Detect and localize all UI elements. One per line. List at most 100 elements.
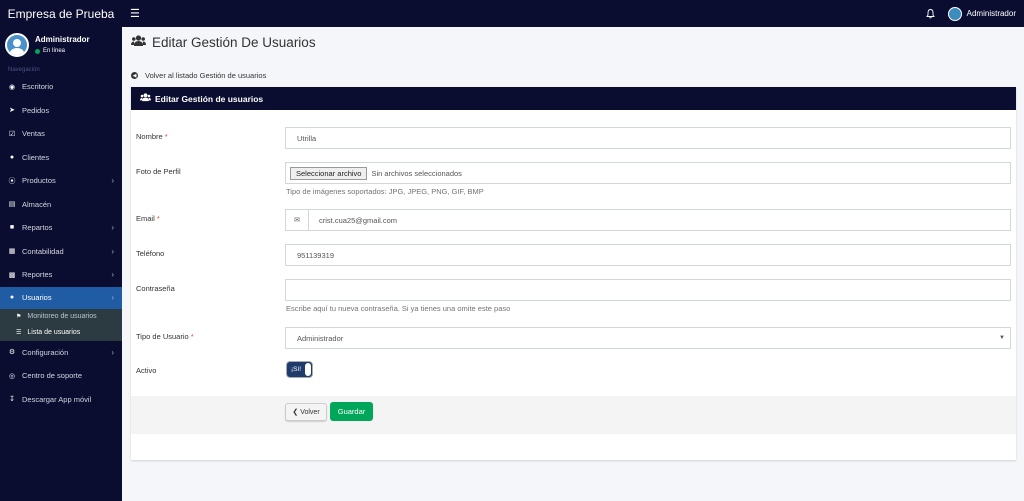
users-icon: ● (9, 153, 15, 161)
chevron-right-icon: › (111, 223, 114, 233)
sidebar-item-label: Escritorio (22, 82, 54, 92)
flag-icon: ⚑ (16, 314, 22, 320)
bell-icon[interactable] (924, 7, 938, 21)
top-navbar: Empresa de Prueba ☰ Administrador (0, 0, 1024, 27)
user-panel: Administrador En línea (0, 27, 122, 63)
sidebar-item-contabilidad[interactable]: ▦ Contabilidad › (0, 240, 122, 264)
top-user-name: Administrador (966, 9, 1016, 18)
telefono-label: Teléfono (136, 249, 165, 258)
form-footer: ❮ Volver Guardar (131, 396, 1016, 434)
calculator-icon: ▦ (8, 248, 16, 256)
back-button-label: Volver (300, 408, 320, 416)
chevron-right-icon: › (111, 347, 114, 357)
sidebar-item-pedidos[interactable]: ➤ Pedidos (0, 99, 122, 123)
users-icon (131, 35, 146, 50)
lifebuoy-icon: ◎ (8, 372, 16, 380)
online-status: En línea (35, 48, 90, 54)
back-link-label: Volver al listado Gestión de usuarios (145, 71, 267, 80)
usuarios-submenu: ⚑ Monitoreo de usuarios ☰ Lista de usuar… (0, 308, 122, 341)
password-input[interactable] (285, 279, 1011, 301)
sidebar-user-name: Administrador (35, 35, 90, 44)
nav-header: Navegación (8, 67, 40, 73)
user-avatar-icon (947, 6, 962, 21)
file-icon: ▤ (8, 201, 16, 209)
panel-header: Editar Gestión de usuarios (131, 87, 1016, 110)
sidebar-item-soporte[interactable]: ◎ Centro de soporte (0, 364, 122, 388)
activo-label: Activo (136, 366, 157, 375)
sidebar-item-label: Contabilidad (22, 246, 64, 256)
main-content: Editar Gestión De Usuarios ◀ Volver al l… (122, 27, 1024, 501)
active-toggle[interactable]: ¡Sí! (286, 361, 313, 378)
toggle-label: ¡Sí! (291, 366, 302, 373)
sidebar-item-label: Ventas (22, 129, 45, 139)
bar-chart-icon: ▩ (8, 271, 16, 279)
sidebar-item-productos[interactable]: ⦿ Productos › (0, 169, 122, 193)
online-dot-icon (35, 48, 40, 54)
nombre-input[interactable]: Utrilla (285, 127, 1011, 149)
submenu-item-monitoreo[interactable]: ⚑ Monitoreo de usuarios (0, 309, 122, 325)
sidebar-item-repartos[interactable]: ■ Repartos › (0, 216, 122, 240)
sidebar-item-label: Clientes (22, 152, 50, 162)
sidebar-item-clientes[interactable]: ● Clientes (0, 146, 122, 170)
arrow-left-circle-icon: ◀ (131, 72, 138, 79)
gears-icon: ⚙ (8, 349, 16, 357)
circle-icon: ⦿ (8, 177, 16, 185)
email-label: Email * (136, 214, 160, 223)
user-type-select[interactable]: Administrador ▼ (285, 327, 1011, 349)
sidebar-item-usuarios[interactable]: ● Usuarios › (0, 286, 122, 309)
file-input[interactable]: Seleccionar archivo Sin archivos selecci… (285, 162, 1011, 184)
file-status: Sin archivos seleccionados (371, 168, 462, 178)
user-icon: ● (9, 294, 15, 301)
checkbox-icon: ☑ (8, 130, 16, 138)
telefono-input[interactable]: 951139319 (285, 244, 1011, 266)
sidebar-item-label: Repartos (22, 223, 53, 233)
sidebar-item-label: Almacén (22, 199, 52, 209)
sidebar-item-label: Configuración (22, 347, 69, 357)
top-right-area: Administrador (924, 6, 1016, 21)
sidebar-item-almacen[interactable]: ▤ Almacén (0, 193, 122, 217)
password-help-text: Escribe aquí tu nueva contraseña. Si ya … (286, 304, 511, 313)
sidebar-item-label: Centro de soporte (22, 371, 83, 381)
sidebar-item-escritorio[interactable]: ◉ Escritorio (0, 75, 122, 99)
sidebar-item-reportes[interactable]: ▩ Reportes › (0, 263, 122, 287)
email-value: crist.cua25@gmail.com (319, 215, 398, 225)
truck-icon: ■ (9, 224, 15, 232)
chevron-right-icon: › (111, 176, 114, 186)
password-label: Contraseña (136, 284, 175, 293)
foto-label: Foto de Perfil (136, 167, 181, 176)
arrow-left-circle-icon: ❮ (292, 409, 299, 416)
back-to-list-link[interactable]: ◀ Volver al listado Gestión de usuarios (131, 71, 266, 80)
sidebar-item-ventas[interactable]: ☑ Ventas (0, 122, 122, 146)
required-mark: * (156, 214, 160, 223)
top-user-menu[interactable]: Administrador (947, 6, 1016, 21)
sidebar-item-label: Reportes (22, 270, 53, 280)
required-mark: * (190, 332, 194, 341)
list-icon: ☰ (16, 330, 22, 336)
sidebar-item-label: Pedidos (22, 105, 50, 115)
tipo-label: Tipo de Usuario * (136, 332, 194, 341)
foto-help-text: Tipo de imágenes soportados: JPG, JPEG, … (286, 187, 484, 196)
chevron-right-icon: › (111, 246, 114, 256)
nombre-label: Nombre * (136, 132, 168, 141)
page-title: Editar Gestión De Usuarios (131, 35, 316, 50)
choose-file-button[interactable]: Seleccionar archivo (290, 166, 368, 180)
paper-plane-icon: ➤ (9, 107, 15, 115)
menu-toggle-icon[interactable]: ☰ (130, 7, 140, 20)
user-type-value: Administrador (297, 333, 344, 343)
toggle-knob (305, 363, 311, 376)
email-field[interactable]: ✉ crist.cua25@gmail.com (285, 209, 1011, 231)
brand-logo[interactable]: Empresa de Prueba (0, 0, 122, 27)
submenu-item-lista[interactable]: ☰ Lista de usuarios (0, 325, 122, 341)
envelope-icon: ✉ (286, 209, 309, 231)
sidebar-item-label: Descargar App móvil (22, 394, 92, 404)
download-icon: ↧ (9, 396, 15, 404)
save-button[interactable]: Guardar (330, 402, 373, 421)
back-button[interactable]: ❮ Volver (285, 403, 327, 421)
telefono-value: 951139319 (297, 250, 334, 260)
sidebar-item-descargar[interactable]: ↧ Descargar App móvil (0, 388, 122, 412)
sidebar-item-configuracion[interactable]: ⚙ Configuración › (0, 341, 122, 365)
sidebar-item-label: Usuarios (22, 293, 52, 302)
panel-title: Editar Gestión de usuarios (155, 93, 264, 104)
required-mark: * (164, 132, 168, 141)
submenu-item-label: Lista de usuarios (27, 329, 81, 336)
